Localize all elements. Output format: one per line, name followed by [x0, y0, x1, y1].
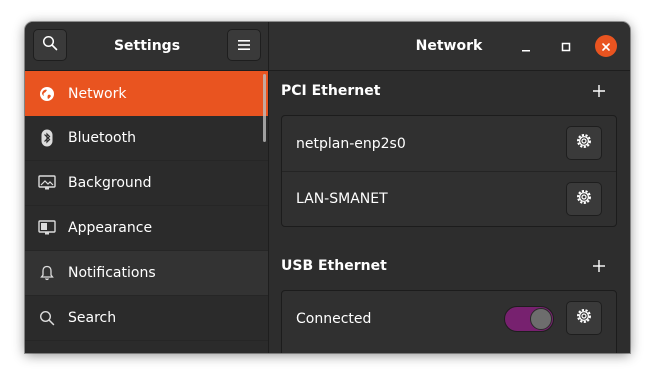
- connection-settings-button[interactable]: [566, 182, 602, 216]
- usb-ethernet-list: Connected: [281, 290, 617, 353]
- sidebar: Network Bluetooth Background Appearance …: [25, 71, 269, 353]
- maximize-icon: [561, 37, 571, 56]
- switch-knob: [530, 308, 552, 330]
- usb-ethernet-title: USB Ethernet: [281, 258, 387, 274]
- sidebar-item-appearance[interactable]: Appearance: [25, 206, 268, 251]
- pci-ethernet-title: PCI Ethernet: [281, 83, 381, 99]
- sidebar-item-background[interactable]: Background: [25, 161, 268, 206]
- add-pci-connection-button[interactable]: [590, 83, 608, 101]
- sidebar-item-label: Notifications: [68, 265, 156, 281]
- gear-icon: [575, 188, 593, 210]
- sidebar-item-next[interactable]: [25, 341, 268, 353]
- sidebar-item-network[interactable]: Network: [25, 71, 268, 116]
- sidebar-item-label: Bluetooth: [68, 130, 136, 146]
- close-icon: [601, 37, 611, 56]
- sidebar-scrollbar[interactable]: [263, 74, 266, 142]
- connection-status: Connected: [296, 310, 372, 327]
- header-bar: Settings Network: [25, 22, 630, 71]
- monitor-icon: [38, 174, 56, 192]
- sidebar-item-notifications[interactable]: Notifications: [25, 251, 268, 296]
- bluetooth-icon: [38, 129, 56, 147]
- list-item: netplan-enp2s0: [282, 116, 616, 171]
- sidebar-title: Settings: [113, 38, 181, 54]
- search-icon: [38, 309, 56, 327]
- hamburger-menu-icon: [237, 36, 251, 55]
- appearance-icon: [38, 219, 56, 237]
- panel-header: Network: [269, 22, 630, 70]
- sidebar-item-label: Appearance: [68, 220, 153, 236]
- sidebar-header: Settings: [25, 22, 269, 70]
- list-item: LAN-SMANET: [282, 171, 616, 226]
- sidebar-item-label: Network: [68, 85, 127, 102]
- connection-name: netplan-enp2s0: [296, 135, 406, 152]
- bell-icon: [38, 264, 56, 282]
- search-icon: [42, 35, 58, 55]
- sidebar-item-bluetooth[interactable]: Bluetooth: [25, 116, 268, 161]
- plus-icon: [592, 83, 606, 102]
- connection-settings-button[interactable]: [566, 126, 602, 160]
- sidebar-item-label: Search: [68, 310, 117, 326]
- panel-title: Network: [415, 38, 483, 54]
- add-usb-connection-button[interactable]: [590, 258, 608, 276]
- globe-icon: [38, 85, 56, 103]
- plus-icon: [592, 258, 606, 277]
- list-item: Connected: [282, 291, 616, 346]
- close-button[interactable]: [595, 35, 617, 57]
- sidebar-item-label: Background: [68, 175, 152, 191]
- connection-settings-button[interactable]: [566, 301, 602, 335]
- search-button[interactable]: [33, 29, 67, 61]
- settings-window: Settings Network Network Bluetooth Backg…: [25, 22, 630, 353]
- connection-name: LAN-SMANET: [296, 191, 388, 207]
- gear-icon: [575, 307, 593, 329]
- maximize-button[interactable]: [555, 35, 577, 57]
- minimize-button[interactable]: [515, 35, 537, 57]
- minimize-icon: [521, 37, 531, 56]
- menu-button[interactable]: [227, 29, 261, 61]
- pci-ethernet-list: netplan-enp2s0 LAN-SMANET: [281, 115, 617, 227]
- connection-toggle-switch[interactable]: [504, 306, 554, 332]
- sidebar-item-search[interactable]: Search: [25, 296, 268, 341]
- network-panel: PCI Ethernet netplan-enp2s0 LAN-SMANET U…: [269, 71, 630, 353]
- gear-icon: [575, 132, 593, 154]
